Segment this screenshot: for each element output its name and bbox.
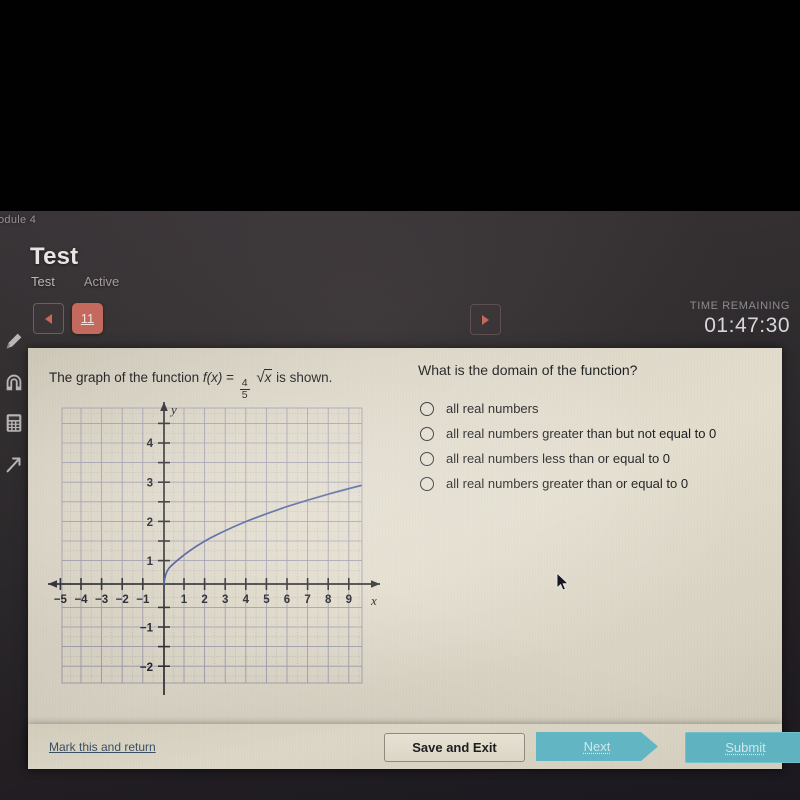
svg-text:−2: −2 <box>140 662 153 674</box>
timer-label: TIME REMAINING <box>689 300 790 312</box>
svg-text:−5: −5 <box>54 594 68 606</box>
option-row[interactable]: all real numbers greater than but not eq… <box>420 421 772 446</box>
option-label: all real numbers <box>446 401 539 416</box>
option-row[interactable]: all real numbers <box>420 396 772 421</box>
svg-text:1: 1 <box>181 594 188 606</box>
radio-button-icon[interactable] <box>420 426 434 441</box>
magnet-icon[interactable] <box>3 371 25 393</box>
question-prompt: What is the domain of the function? <box>418 362 638 378</box>
pointer-arrow-icon[interactable] <box>3 453 25 475</box>
radio-button-icon[interactable] <box>420 451 434 466</box>
radical-argument: x <box>263 369 273 385</box>
option-label: all real numbers greater than but not eq… <box>446 426 717 441</box>
triangle-right-icon <box>482 314 489 325</box>
x-axis-label: x <box>370 593 377 608</box>
svg-text:2: 2 <box>147 517 153 529</box>
svg-text:3: 3 <box>147 478 153 490</box>
mouse-cursor <box>556 571 570 592</box>
question-panel: The graph of the function f(x) = 4 5 √x … <box>28 348 782 765</box>
option-row[interactable]: all real numbers greater than or equal t… <box>420 471 772 496</box>
svg-text:4: 4 <box>147 438 154 450</box>
calculator-icon[interactable] <box>3 412 25 434</box>
svg-text:4: 4 <box>243 594 250 606</box>
breadcrumb: odule 4 <box>0 214 37 226</box>
y-axis-label: y <box>169 402 177 417</box>
option-row[interactable]: all real numbers less than or equal to 0 <box>420 446 772 471</box>
x-axis-arrow-left <box>48 580 57 588</box>
stem-equals: = <box>226 370 235 385</box>
fraction-four-fifths: 4 5 <box>239 378 250 400</box>
svg-text:−1: −1 <box>140 623 154 635</box>
footer-bar: Mark this and return Save and Exit Next … <box>28 724 800 769</box>
question-stem: The graph of the function f(x) = 4 5 √x … <box>49 368 409 401</box>
mark-this-and-return-link[interactable]: Mark this and return <box>49 740 156 754</box>
svg-text:2: 2 <box>201 594 207 606</box>
triangle-left-icon <box>45 313 52 324</box>
prev-question-button[interactable] <box>33 303 64 334</box>
option-label: all real numbers less than or equal to 0 <box>446 451 671 466</box>
tab-test[interactable]: Test <box>31 274 55 289</box>
option-label: all real numbers greater than or equal t… <box>446 476 689 491</box>
svg-text:1: 1 <box>147 556 154 568</box>
x-axis-arrow <box>371 580 380 588</box>
tool-rail <box>0 330 28 475</box>
next-button[interactable]: Next <box>536 732 658 761</box>
black-bezel-top <box>0 0 800 211</box>
timer-value: 01:47:30 <box>704 314 790 337</box>
svg-text:−1: −1 <box>136 594 150 606</box>
stem-suffix: is shown. <box>276 370 333 385</box>
subnav: Test Active <box>31 274 119 289</box>
timer: TIME REMAINING 01:47:30 <box>690 300 790 338</box>
pencil-icon[interactable] <box>3 330 25 352</box>
tab-active[interactable]: Active <box>84 274 119 289</box>
save-and-exit-button[interactable]: Save and Exit <box>384 733 525 762</box>
svg-text:−2: −2 <box>116 594 129 606</box>
question-nav: 11 <box>33 303 103 334</box>
stem-prefix: The graph of the function <box>49 370 200 385</box>
svg-text:3: 3 <box>222 594 228 606</box>
svg-text:−3: −3 <box>95 594 108 606</box>
stem-function-name: f(x) <box>202 370 223 385</box>
radio-button-icon[interactable] <box>420 401 434 416</box>
svg-text:7: 7 <box>304 594 310 606</box>
radio-button-icon[interactable] <box>420 476 434 491</box>
y-axis-arrow <box>160 402 168 411</box>
page-title: Test <box>30 243 79 270</box>
submit-button[interactable]: Submit <box>685 732 800 763</box>
function-graph: −5 −4 −3 −2 −1 1 2 3 4 5 6 7 8 9 4 3 2 1… <box>40 400 390 700</box>
square-root-expression: √x <box>255 368 273 388</box>
svg-text:8: 8 <box>325 594 332 606</box>
next-question-button[interactable] <box>470 304 501 335</box>
svg-text:5: 5 <box>263 594 270 606</box>
function-curve <box>163 484 362 585</box>
answer-options: all real numbers all real numbers greate… <box>420 396 772 496</box>
svg-text:6: 6 <box>284 594 290 606</box>
question-number-badge[interactable]: 11 <box>72 303 103 334</box>
svg-text:−4: −4 <box>74 594 88 606</box>
svg-text:9: 9 <box>346 594 352 606</box>
screen-photo: odule 4 Test Test Active 11 TIME REMAINI… <box>0 0 800 800</box>
